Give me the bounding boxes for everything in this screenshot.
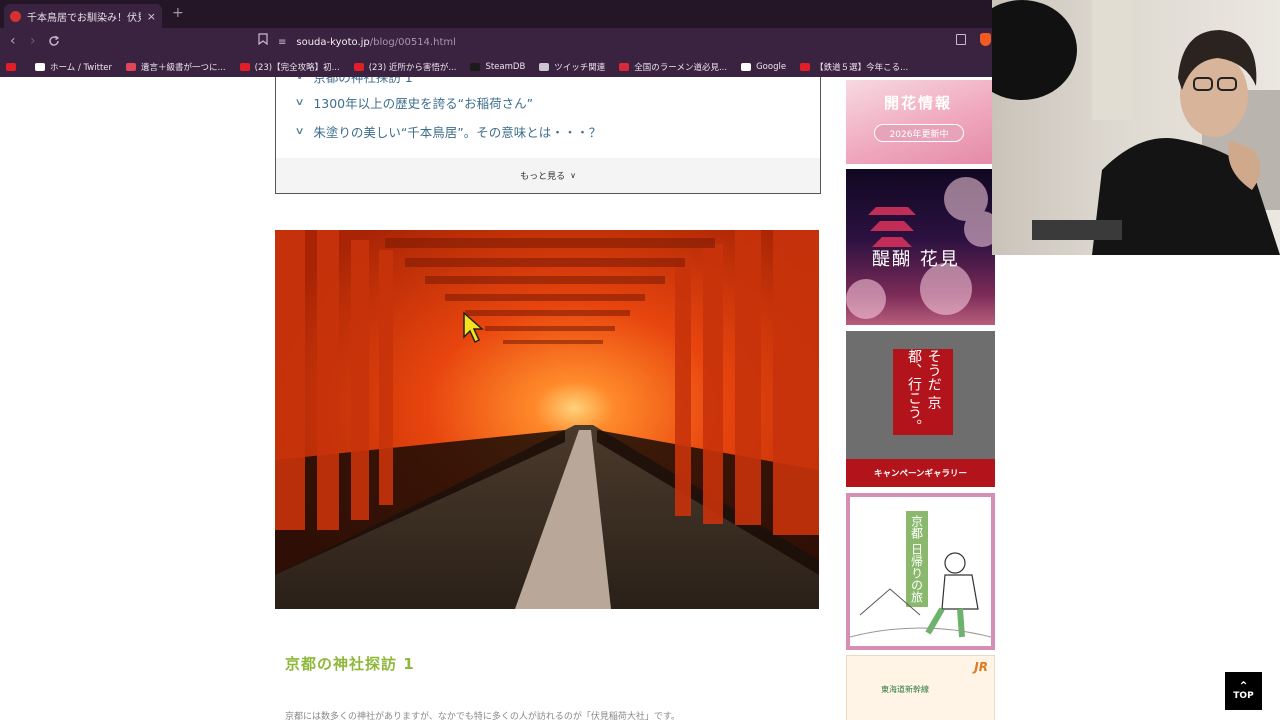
campaign-sign: そうだ 京都、行こう。 [893, 349, 953, 435]
bookmark-item[interactable]: (23) 近所から害悟が... [353, 61, 457, 73]
brave-shield-icon[interactable] [980, 33, 991, 46]
bookmark-item[interactable]: 遺言＋級書が一つに... [126, 61, 226, 73]
browser-tab[interactable]: 千本鳥居でお馴染み！伏見稲荷 × [4, 4, 162, 28]
bookmark-item[interactable]: (23)【完全攻略】初... [239, 61, 340, 73]
chevron-up-icon: ⌃ [1238, 679, 1249, 693]
new-tab-button[interactable]: + [172, 5, 184, 21]
streamer-video [992, 0, 1280, 255]
close-tab-icon[interactable]: × [147, 10, 156, 23]
bookmark-favicon-icon [741, 62, 752, 71]
url-host: souda-kyoto.jp [296, 36, 370, 48]
back-icon[interactable]: ‹ [10, 33, 16, 49]
torii-gates-photo [275, 230, 819, 609]
banner-title: 醍醐 花見 [872, 249, 960, 270]
bookmark-favicon-icon [470, 62, 481, 71]
bookmark-item[interactable] [6, 62, 21, 71]
section-heading: 京都の神社探訪 1 [285, 655, 415, 673]
bookmark-label: Google [756, 61, 787, 72]
bookmark-favicon-icon [126, 62, 137, 71]
bookmark-label: (23)【完全攻略】初... [254, 62, 340, 73]
day-trip-banner[interactable]: 京都 日帰りの旅 [846, 493, 995, 650]
bookmark-label: 全国のラーメン道必見... [634, 62, 728, 73]
bookmark-item[interactable]: SteamDB [470, 62, 525, 72]
bookmark-label: 遺言＋級書が一つに... [141, 62, 226, 73]
bookmark-favicon-icon [239, 62, 250, 71]
reader-mode-icon[interactable] [956, 34, 966, 45]
bookmark-label: SteamDB [485, 61, 526, 72]
article-body-text: 京都には数多くの神社がありますが、なかでも特に多くの人が訪れるのが「伏見稲荷大社… [285, 712, 680, 720]
site-settings-icon[interactable]: ≡ [278, 37, 286, 48]
bookmark-label: ツイッチ関連 [554, 62, 606, 73]
chevron-down-icon: ∨ [294, 126, 305, 137]
bookmark-favicon-icon [6, 62, 16, 71]
bookmark-icon[interactable] [258, 33, 268, 45]
webcam-overlay [992, 0, 1280, 255]
banner-badge: 2026年更新中 [874, 124, 964, 142]
bookmark-item[interactable]: ツイッチ関連 [539, 61, 605, 73]
forward-icon[interactable]: › [30, 33, 36, 49]
chevron-down-icon: ∨ [570, 171, 576, 180]
toc-item-label: 1300年以上の歴史を誇る“お稲荷さん” [313, 96, 534, 111]
bookmark-item[interactable]: ホーム / Twitter [35, 61, 112, 73]
daigo-hanami-banner[interactable]: 醍醐 花見 [846, 169, 995, 325]
bookmark-favicon-icon [353, 62, 364, 71]
jr-logo: JR [974, 660, 988, 674]
reload-icon[interactable] [48, 35, 60, 47]
toc-item-label: 京都の神社探訪 1 [313, 77, 413, 85]
show-more-button[interactable]: もっと見る ∨ [276, 158, 820, 193]
bookmark-favicon-icon [619, 62, 630, 71]
jr-tokai-banner[interactable]: JR 東海道新幹線 [846, 655, 995, 720]
bookmark-item[interactable]: 【鉄道５選】今年こる... [800, 61, 908, 73]
bookmark-favicon-icon [539, 62, 550, 71]
chevron-down-icon: ∨ [294, 97, 305, 108]
page-top-label: TOP [1233, 691, 1254, 701]
souda-kyoto-campaign-banner[interactable]: そうだ 京都、行こう。 キャンペーンギャラリー [846, 331, 995, 487]
cherry-blossom-banner[interactable]: 開花情報 2026年更新中 [846, 80, 995, 164]
traveler-illustration [850, 552, 991, 638]
tab-title: 千本鳥居でお馴染み！伏見稲荷 [27, 12, 141, 24]
url-path: /blog/00514.html [369, 36, 456, 48]
show-more-label: もっと見る [520, 172, 566, 182]
page-top-button[interactable]: ⌃ TOP [1225, 672, 1262, 710]
table-of-contents: ∨ 京都の神社探訪 1 ∨ 1300年以上の歴史を誇る“お稲荷さん” ∨ 朱塗り… [275, 77, 821, 194]
toc-item[interactable]: ∨ 1300年以上の歴史を誇る“お稲荷さん” [294, 93, 534, 112]
toc-item[interactable]: ∨ 朱塗りの美しい“千本鳥居”。その意味とは・・・？ [294, 122, 602, 141]
toc-item-label: 朱塗りの美しい“千本鳥居”。その意味とは・・・？ [313, 125, 602, 140]
toc-item[interactable]: ∨ 京都の神社探訪 1 [296, 77, 413, 86]
bookmark-favicon-icon [800, 62, 811, 71]
address-bar[interactable]: ≡ souda-kyoto.jp/blog/00514.html [278, 31, 998, 53]
site-favicon-icon [10, 10, 21, 22]
banner-title: 開花情報 [884, 94, 953, 112]
bookmark-favicon-icon [35, 62, 45, 71]
bookmark-label: ホーム / Twitter [50, 62, 113, 73]
bookmark-item[interactable]: 全国のラーメン道必見... [619, 61, 727, 73]
bookmark-label: 【鉄道５選】今年こる... [815, 62, 909, 73]
mouse-cursor-icon [463, 311, 484, 344]
chevron-down-icon: ∨ [296, 77, 305, 82]
banner-subtitle: 東海道新幹線 [881, 685, 929, 694]
bookmark-label: (23) 近所から害悟が... [368, 62, 457, 73]
banner-footer: キャンペーンギャラリー [846, 459, 995, 487]
bookmark-item[interactable]: Google [741, 62, 786, 72]
